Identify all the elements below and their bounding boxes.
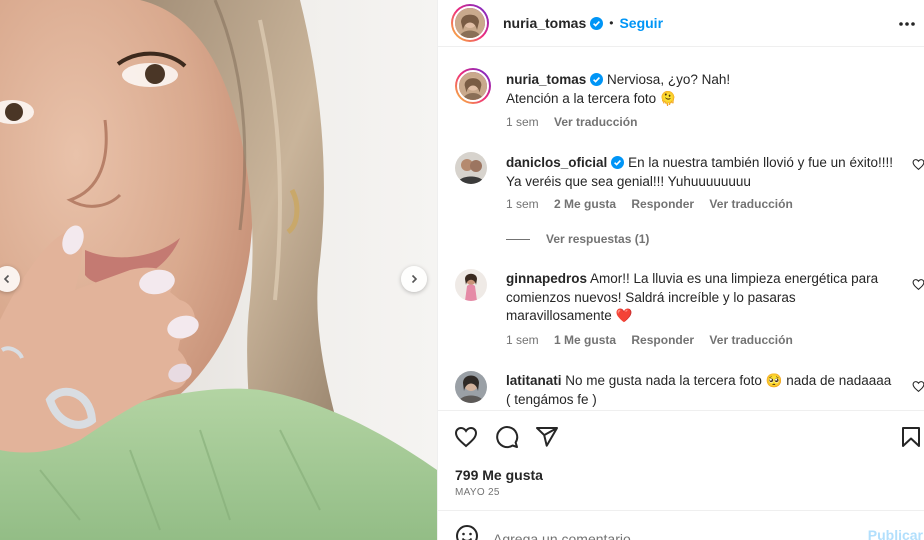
verified-badge-icon (611, 156, 625, 169)
commenter-username[interactable]: ginnapedros (506, 271, 587, 286)
next-photo-button[interactable] (401, 266, 427, 292)
view-replies-button[interactable]: Ver respuestas (1) (506, 232, 649, 246)
author-avatar[interactable] (451, 4, 489, 42)
commenter-username[interactable]: daniclos_oficial (506, 155, 607, 170)
follow-button[interactable]: Seguir (619, 15, 663, 31)
view-replies-label: Ver respuestas (1) (546, 232, 650, 246)
separator-dot: • (609, 16, 614, 30)
replies-divider-line (506, 238, 530, 240)
comment-time[interactable]: 1 sem (506, 197, 539, 211)
caption-username[interactable]: nuria_tomas (506, 72, 586, 87)
verified-badge-icon (590, 73, 604, 86)
publish-button[interactable]: Publicar (868, 527, 923, 540)
commenter-avatar[interactable] (455, 371, 487, 403)
like-comment-heart-icon[interactable] (912, 158, 924, 176)
comment-text: No me gusta nada la tercera foto 🥺 nada … (506, 373, 892, 407)
comments-list[interactable]: nuria_tomas Nerviosa, ¿yo? Nah! Atención… (438, 48, 924, 410)
caption-line-1: Nerviosa, ¿yo? Nah! (607, 72, 731, 87)
commenter-avatar[interactable] (455, 152, 487, 184)
translate-link[interactable]: Ver traducción (709, 197, 792, 211)
translate-link[interactable]: Ver traducción (709, 333, 792, 347)
comment-time[interactable]: 1 sem (506, 333, 539, 347)
post-actions: 799 Me gusta MAYO 25 (438, 410, 924, 510)
share-icon[interactable] (535, 425, 559, 454)
like-comment-heart-icon[interactable] (912, 380, 924, 398)
caption-line-2: Atención a la tercera foto 🫠 (506, 90, 677, 106)
likes-count[interactable]: 799 Me gusta (455, 467, 543, 483)
verified-badge-icon (590, 16, 604, 30)
bookmark-icon[interactable] (899, 425, 923, 454)
comment-likes[interactable]: 2 Me gusta (554, 197, 616, 211)
caption-time[interactable]: 1 sem (506, 115, 539, 129)
emoji-icon[interactable] (455, 524, 479, 540)
chevron-right-icon (409, 274, 419, 284)
chevron-left-icon (2, 274, 12, 284)
comment-input[interactable] (493, 530, 853, 540)
author-username[interactable]: nuria_tomas (503, 15, 586, 31)
caption-translate-link[interactable]: Ver traducción (554, 115, 637, 129)
selfie-image (0, 0, 437, 540)
add-comment-bar: Publicar (438, 510, 924, 540)
reply-button[interactable]: Responder (631, 333, 694, 347)
post-photo[interactable] (0, 0, 437, 540)
more-options-icon[interactable] (897, 14, 917, 39)
heart-icon[interactable] (454, 425, 478, 454)
post-side-panel: nuria_tomas • Seguir nuria_tomas Nervios… (437, 0, 924, 540)
comment-likes[interactable]: 1 Me gusta (554, 333, 616, 347)
commenter-avatar[interactable] (455, 269, 487, 301)
like-comment-heart-icon[interactable] (912, 278, 924, 296)
post-header: nuria_tomas • Seguir (438, 0, 924, 47)
reply-button[interactable]: Responder (631, 197, 694, 211)
commenter-username[interactable]: latitanati (506, 373, 562, 388)
post-date[interactable]: MAYO 25 (455, 487, 500, 498)
caption-author-avatar[interactable] (455, 68, 491, 104)
comment-icon[interactable] (495, 425, 519, 454)
